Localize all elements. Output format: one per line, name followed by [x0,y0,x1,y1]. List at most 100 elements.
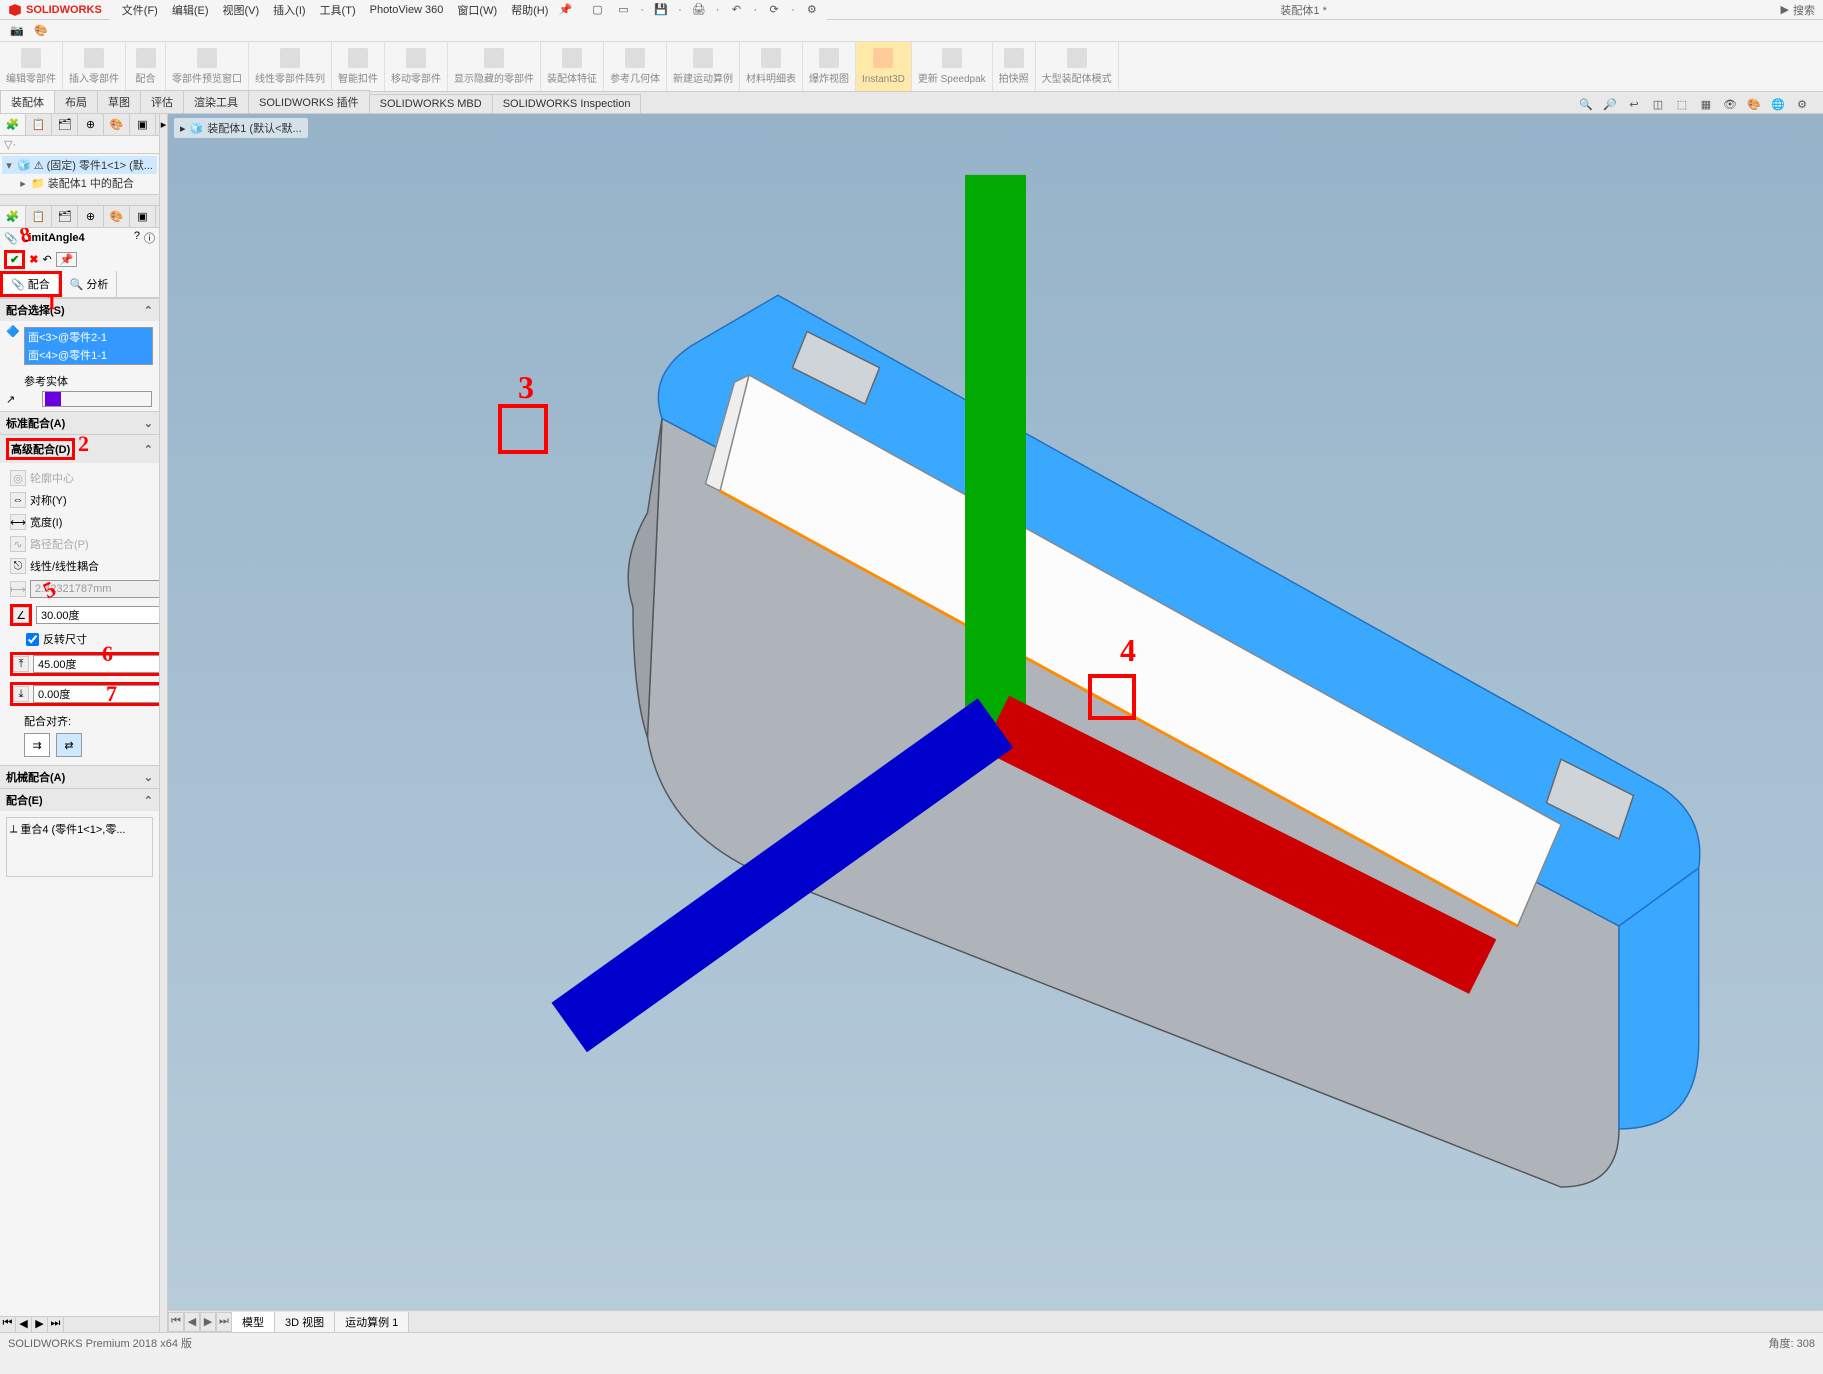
options-icon[interactable]: ⚙ [803,1,821,19]
pm-tab-config[interactable]: 🗂 [52,206,78,227]
menu-help[interactable]: 帮助(H) [505,0,554,20]
new-icon[interactable]: ▢ [588,1,606,19]
pm-tab-display[interactable]: 🎨 [104,206,130,227]
ribbon-insert-component[interactable]: 插入零部件 [63,42,126,91]
tab-assembly[interactable]: 装配体 [0,90,55,113]
scene-icon[interactable]: 🌐 [1769,95,1787,113]
display-style-icon[interactable]: ▦ [1697,95,1715,113]
pm-section-selection-hdr[interactable]: 配合选择(S)⌃ [0,299,159,321]
camera-icon[interactable]: 📷 [8,22,26,40]
ribbon-smart-fastener[interactable]: 智能扣件 [332,42,385,91]
pm-selection-list[interactable]: 面<3>@零件2-1 面<4>@零件1-1 [24,327,153,365]
menu-edit[interactable]: 编辑(E) [166,0,215,20]
search-expand-icon[interactable]: ▶ [1781,3,1789,16]
undo-icon[interactable]: ↶ [727,1,745,19]
section-view-icon[interactable]: ◫ [1649,95,1667,113]
menu-view[interactable]: 视图(V) [217,0,266,20]
pm-help-icon[interactable]: ? [134,230,140,246]
pm-mates-list[interactable]: ⟂ 重合4 (零件1<1>,零... [6,817,153,877]
menu-photoview[interactable]: PhotoView 360 [364,2,450,18]
pm-row-width[interactable]: ⟷宽度(I) [6,511,153,533]
view-orient-icon[interactable]: ⬚ [1673,95,1691,113]
ribbon-bom[interactable]: 材料明细表 [740,42,803,91]
fm-tab-extra[interactable]: ▣ [130,114,156,135]
menu-insert[interactable]: 插入(I) [267,0,311,20]
fm-tab-config[interactable]: 🗂 [52,114,78,135]
btab-3dview[interactable]: 3D 视图 [275,1312,335,1332]
render-icon[interactable]: 🎨 [32,22,50,40]
pm-row-linear[interactable]: ⎋线性/线性耦合 [6,555,153,577]
pm-row-profile[interactable]: ◎轮廓中心 [6,467,153,489]
pm-mate-item[interactable]: ⟂ 重合4 (零件1<1>,零... [9,820,150,838]
tab-layout[interactable]: 布局 [54,90,98,113]
search-label[interactable]: 搜索 [1793,2,1815,18]
btab-first[interactable]: ⏮ [168,1312,184,1332]
save-icon[interactable]: 💾 [652,1,670,19]
pm-max-input[interactable] [33,655,159,673]
menu-file[interactable]: 文件(F) [116,0,164,20]
pm-ok-button[interactable]: ✔ [10,254,19,266]
pm-info-icon[interactable]: ⓘ [144,230,155,246]
zoom-area-icon[interactable]: 🔎 [1601,95,1619,113]
nav-next[interactable]: ▶ [32,1317,48,1332]
tab-inspection[interactable]: SOLIDWORKS Inspection [492,94,642,113]
ribbon-assembly-feature[interactable]: 装配体特征 [541,42,604,91]
pm-tab-property[interactable]: 📋 [26,206,52,227]
ribbon-edit-component[interactable]: 编辑零部件 [0,42,63,91]
angle-icon[interactable]: ∠ [13,607,29,623]
pm-tab-feature[interactable]: 🧩 [0,206,26,227]
appearance-icon[interactable]: 🎨 [1745,95,1763,113]
pm-undo-icon[interactable]: ↶ [42,253,51,266]
pm-tab-dim[interactable]: ⊕ [78,206,104,227]
pm-align-anti[interactable]: ⇄ [56,733,82,757]
pm-align-same[interactable]: ⇉ [24,733,50,757]
print-icon[interactable]: 🖨 [690,1,708,19]
view-settings-icon[interactable]: ⚙ [1793,95,1811,113]
fm-splitter[interactable]: ▸ [160,114,168,1332]
ribbon-preview-window[interactable]: 零部件预览窗口 [166,42,249,91]
pm-angle-input[interactable] [36,606,159,624]
ribbon-reference-geom[interactable]: 参考几何体 [604,42,667,91]
flip-check-input[interactable] [26,633,39,646]
pm-pushpin-icon[interactable]: 📌 [56,252,78,267]
ribbon-instant3d[interactable]: Instant3D [856,42,912,91]
pm-section-mates-hdr[interactable]: 配合(E)⌃ [0,789,159,811]
fm-tab-feature[interactable]: 🧩 [0,114,26,135]
ribbon-linear-pattern[interactable]: 线性零部件阵列 [249,42,332,91]
fm-scroll[interactable] [0,194,159,206]
fm-tab-dim[interactable]: ⊕ [78,114,104,135]
fm-tab-property[interactable]: 📋 [26,114,52,135]
fm-node-part1[interactable]: ▾🧊⚠ (固定) 零件1<1> (默... [2,156,157,174]
fm-node-mates[interactable]: ▸📁 装配体1 中的配合 [2,174,157,192]
ribbon-motion-study[interactable]: 新建运动算例 [667,42,740,91]
pm-selection-item-1[interactable]: 面<3>@零件2-1 [25,328,152,346]
viewport-3d[interactable]: ▸🧊装配体1 (默认<默... 3 4 [168,114,1823,1332]
ribbon-move-component[interactable]: 移动零部件 [385,42,448,91]
tab-addins[interactable]: SOLIDWORKS 插件 [248,90,370,113]
view-triad[interactable] [168,114,1823,1332]
rebuild-icon[interactable]: ⟳ [765,1,783,19]
hide-show-icon[interactable]: 👁 [1721,95,1739,113]
pm-flip-checkbox[interactable]: 反转尺寸 [6,629,153,649]
pm-tab-analysis[interactable]: 🔍 分析 [62,271,118,297]
pm-row-symmetric[interactable]: ⇔对称(Y) [6,489,153,511]
tab-sketch[interactable]: 草图 [97,90,141,113]
pm-row-path[interactable]: ∿路径配合(P) [6,533,153,555]
menu-tools[interactable]: 工具(T) [314,0,362,20]
menu-window[interactable]: 窗口(W) [451,0,503,20]
pm-min-input[interactable] [33,685,159,703]
pm-cancel-button[interactable]: ✖ [29,253,38,266]
open-icon[interactable]: ▭ [614,1,632,19]
ribbon-speedpak[interactable]: 更新 Speedpak [912,42,993,91]
nav-last[interactable]: ⏭ [48,1317,64,1332]
ribbon-show-hidden[interactable]: 显示隐藏的零部件 [448,42,541,91]
nav-first[interactable]: ⏮ [0,1317,16,1332]
btab-model[interactable]: 模型 [232,1312,275,1332]
btab-next[interactable]: ▶ [200,1312,216,1332]
tab-evaluate[interactable]: 评估 [140,90,184,113]
fm-filter[interactable]: ▽ · [0,136,159,154]
tab-render[interactable]: 渲染工具 [183,90,249,113]
btab-motion[interactable]: 运动算例 1 [335,1312,409,1332]
fm-tab-display[interactable]: 🎨 [104,114,130,135]
btab-last[interactable]: ⏭ [216,1312,232,1332]
